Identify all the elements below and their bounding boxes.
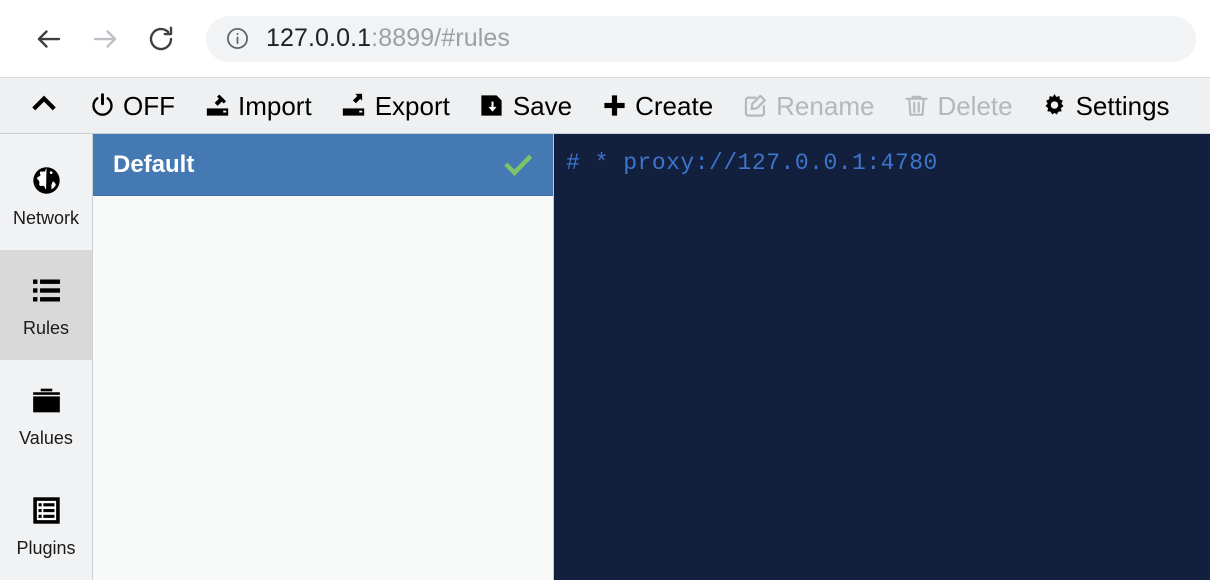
sidebar-item-values-label: Values xyxy=(19,427,73,448)
app-toolbar: OFF Import Export Save Create Rename Del… xyxy=(0,78,1210,134)
rules-list-item-default[interactable]: Default xyxy=(93,134,553,196)
sidebar-item-network[interactable]: Network xyxy=(0,140,92,250)
rule-name: Default xyxy=(113,150,195,178)
save-icon xyxy=(478,92,506,120)
plugin-icon xyxy=(29,494,63,528)
back-button[interactable] xyxy=(26,16,72,62)
chevron-up-icon xyxy=(29,88,59,123)
arrow-right-icon xyxy=(90,24,120,54)
url-text: 127.0.0.1:8899/#rules xyxy=(266,24,510,53)
import-icon xyxy=(203,92,231,120)
delete-button[interactable]: Delete xyxy=(902,84,1013,128)
sidebar-item-rules-label: Rules xyxy=(22,317,70,338)
settings-label: Settings xyxy=(1075,90,1170,121)
address-bar[interactable]: 127.0.0.1:8899/#rules xyxy=(206,15,1196,62)
save-button[interactable]: Save xyxy=(478,84,572,128)
sidebar-item-plugins[interactable]: Plugins xyxy=(0,470,92,580)
url-host: 127.0.0.1 xyxy=(266,24,372,52)
list-icon xyxy=(29,274,63,308)
collapse-toolbar-button[interactable] xyxy=(22,84,66,128)
sidebar-item-network-label: Network xyxy=(12,207,79,228)
sidebar-item-rules[interactable]: Rules xyxy=(0,250,92,360)
main-body: Network Rules Values Plugins Default # *… xyxy=(0,134,1210,580)
power-icon xyxy=(88,92,116,120)
reload-icon xyxy=(146,24,176,54)
rename-label: Rename xyxy=(776,90,875,121)
delete-label: Delete xyxy=(937,90,1013,121)
url-path: :8899/#rules xyxy=(371,24,510,52)
sidebar: Network Rules Values Plugins xyxy=(0,134,93,580)
forward-button[interactable] xyxy=(82,16,128,62)
code-line-1: # * proxy://127.0.0.1:4780 xyxy=(566,150,938,176)
import-button[interactable]: Import xyxy=(203,84,312,128)
check-icon[interactable] xyxy=(503,150,533,180)
rename-button[interactable]: Rename xyxy=(741,84,874,128)
trash-icon xyxy=(902,92,930,120)
import-label: Import xyxy=(238,90,312,121)
gear-icon xyxy=(1041,92,1069,120)
sidebar-item-values[interactable]: Values xyxy=(0,360,92,470)
arrow-left-icon xyxy=(34,24,64,54)
export-icon xyxy=(340,92,368,120)
globe-icon xyxy=(29,164,63,198)
edit-icon xyxy=(741,92,769,120)
export-label: Export xyxy=(374,90,450,121)
create-button[interactable]: Create xyxy=(600,84,713,128)
folder-icon xyxy=(29,384,63,418)
power-toggle-label: OFF xyxy=(123,90,175,121)
power-toggle-button[interactable]: OFF xyxy=(88,84,175,128)
app-root: 127.0.0.1:8899/#rules OFF Import Export … xyxy=(0,0,1210,580)
browser-toolbar: 127.0.0.1:8899/#rules xyxy=(0,0,1210,78)
sidebar-item-plugins-label: Plugins xyxy=(16,537,76,558)
export-button[interactable]: Export xyxy=(340,84,450,128)
create-label: Create xyxy=(635,90,714,121)
reload-button[interactable] xyxy=(138,16,184,62)
rules-list-panel: Default xyxy=(93,134,554,580)
info-circle-icon[interactable] xyxy=(224,26,250,52)
save-label: Save xyxy=(512,90,573,121)
plus-icon xyxy=(600,92,628,120)
settings-button[interactable]: Settings xyxy=(1041,84,1170,128)
rule-code-editor[interactable]: # * proxy://127.0.0.1:4780 xyxy=(554,134,1210,580)
